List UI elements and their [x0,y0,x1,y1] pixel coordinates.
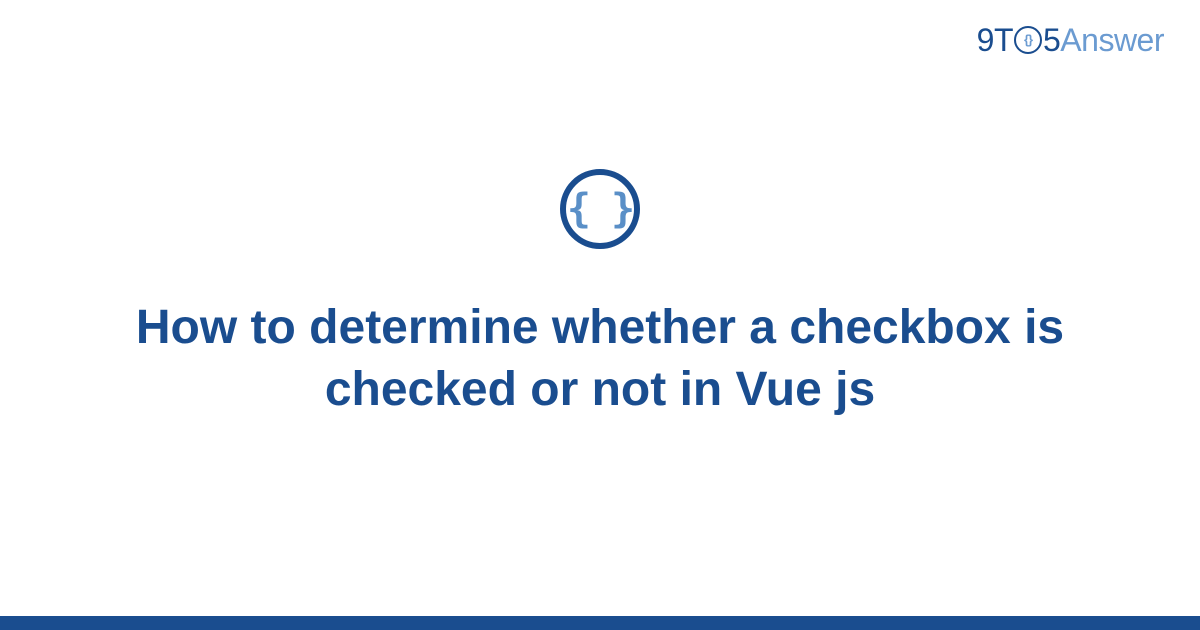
brand-text-5: 5 [1043,22,1060,59]
brand-circle-icon: {} [1014,26,1042,54]
code-braces-icon: { } [560,169,640,249]
brand-text-9t: 9T [977,22,1013,59]
main-content: { } How to determine whether a checkbox … [0,0,1200,630]
bottom-accent-bar [0,616,1200,630]
braces-glyph: { } [567,186,633,232]
brand-logo: 9T {} 5 Answer [977,22,1164,59]
page-title: How to determine whether a checkbox is c… [120,297,1080,422]
brand-circle-braces: {} [1024,32,1032,47]
brand-text-answer: Answer [1060,22,1164,59]
